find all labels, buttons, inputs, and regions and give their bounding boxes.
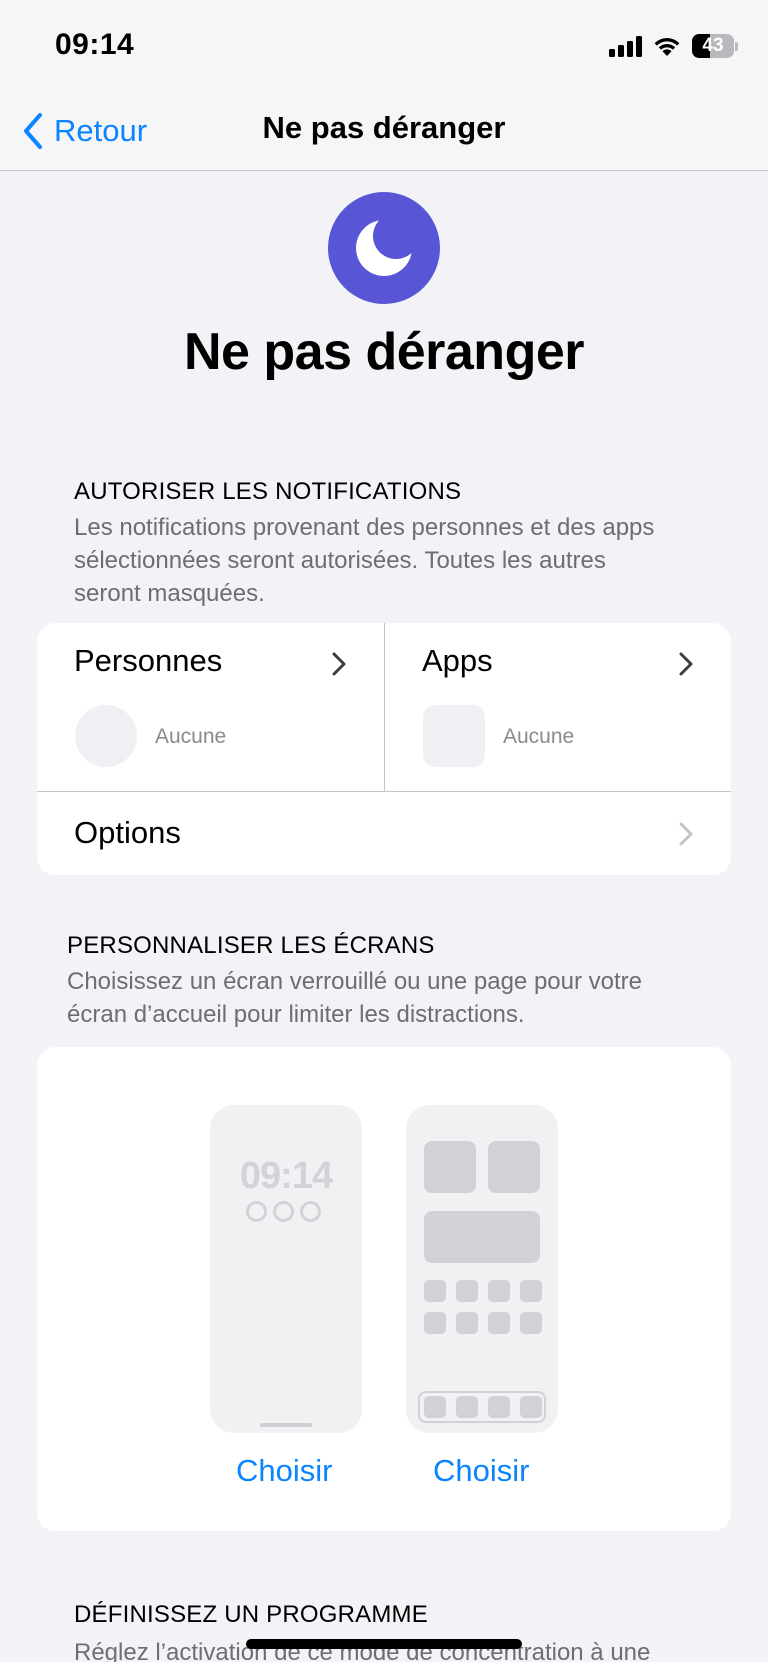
people-label: Personnes — [74, 643, 223, 678]
app-placeholder — [456, 1280, 478, 1302]
battery-level: 43 — [702, 35, 724, 56]
apps-label: Apps — [422, 643, 493, 678]
app-placeholder — [520, 1280, 542, 1302]
chevron-right-icon — [679, 652, 693, 676]
widget-placeholder — [488, 1141, 540, 1193]
battery-icon: 43 — [692, 34, 738, 58]
widget-placeholder — [424, 1141, 476, 1193]
app-placeholder — [488, 1312, 510, 1334]
navigation-bar: Retour Ne pas déranger — [0, 92, 768, 171]
app-placeholder — [488, 1280, 510, 1302]
home-indicator-preview — [260, 1423, 312, 1427]
screens-section-footer: Choisissez un écran verrouillé ou une pa… — [67, 968, 643, 1028]
people-value: Aucune — [155, 725, 227, 748]
app-placeholder — [520, 1312, 542, 1334]
choose-lock-screen-button[interactable]: Choisir — [236, 1453, 332, 1489]
page-title: Ne pas déranger — [184, 323, 585, 381]
dock-preview — [418, 1391, 546, 1423]
schedule-section-header: DÉFINISSEZ UN PROGRAMME — [74, 1601, 428, 1628]
screens-card: 09:14 Choisir Choisir — [37, 1047, 731, 1531]
status-time: 09:14 — [55, 28, 135, 61]
chevron-right-icon — [679, 822, 693, 846]
wifi-icon — [654, 38, 680, 56]
app-placeholder — [456, 1312, 478, 1334]
home-indicator[interactable] — [246, 1639, 522, 1649]
options-label: Options — [74, 815, 181, 850]
screen: 09:14 43 Retour Ne pas déranger Ne pas d… — [0, 0, 768, 1662]
status-icons: 43 — [609, 32, 738, 60]
app-icon-placeholder — [423, 705, 485, 767]
apps-value: Aucune — [503, 725, 575, 748]
moon-icon — [328, 192, 440, 304]
screens-section-header: PERSONNALISER LES ÉCRANS — [67, 932, 435, 959]
chevron-right-icon — [332, 652, 346, 676]
people-cell[interactable]: Personnes Aucune — [37, 623, 384, 791]
choose-home-screen-button[interactable]: Choisir — [433, 1453, 529, 1489]
app-placeholder — [424, 1312, 446, 1334]
status-bar: 09:14 43 — [0, 0, 768, 92]
lock-screen-time: 09:14 — [239, 1155, 333, 1197]
apps-cell[interactable]: Apps Aucune — [385, 623, 731, 791]
cellular-signal-icon — [609, 35, 642, 57]
people-avatar-placeholder — [75, 705, 137, 767]
lock-screen-preview[interactable]: 09:14 — [210, 1105, 362, 1433]
nav-title: Ne pas déranger — [262, 110, 506, 145]
home-screen-preview[interactable] — [406, 1105, 558, 1433]
widget-placeholder — [424, 1211, 540, 1263]
app-placeholder — [424, 1280, 446, 1302]
notifications-card: Personnes Aucune Apps Aucune Options — [37, 623, 731, 875]
notifications-section-header: AUTORISER LES NOTIFICATIONS — [74, 478, 462, 505]
notifications-section-footer: Les notifications provenant des personne… — [74, 514, 655, 607]
lock-screen-widgets — [246, 1201, 321, 1222]
options-row[interactable]: Options — [37, 792, 731, 875]
